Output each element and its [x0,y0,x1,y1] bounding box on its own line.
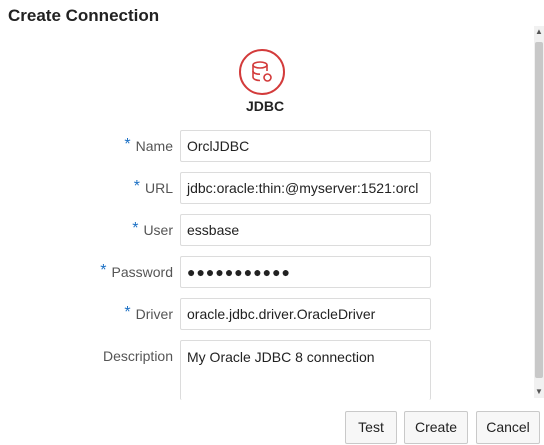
connection-type-label: JDBC [245,98,285,114]
required-marker: * [124,136,131,153]
required-marker: * [133,178,140,195]
create-button[interactable]: Create [404,411,468,444]
scroll-down-icon[interactable]: ▼ [534,386,544,398]
user-field[interactable]: essbase [180,214,431,246]
name-field[interactable]: OrclJDBC [180,130,431,162]
scrollbar-thumb[interactable] [535,42,543,378]
test-button[interactable]: Test [345,411,397,444]
cancel-button[interactable]: Cancel [476,411,540,444]
password-label: * Password [100,262,173,280]
user-row: * User essbase [0,214,534,246]
database-icon [239,49,285,95]
required-marker: * [124,304,131,321]
driver-row: * Driver oracle.jdbc.driver.OracleDriver [0,298,534,330]
name-row: * Name OrclJDBC [0,130,534,162]
driver-label: * Driver [124,304,173,322]
vertical-scrollbar[interactable]: ▲ ▼ [534,26,544,398]
scroll-up-icon[interactable]: ▲ [534,26,544,38]
user-label: * User [132,220,173,238]
password-row: * Password ●●●●●●●●●●● [0,256,534,288]
name-label: * Name [124,136,173,154]
description-row: Description My Oracle JDBC 8 connection [0,340,534,400]
password-field[interactable]: ●●●●●●●●●●● [180,256,431,288]
required-marker: * [132,220,139,237]
url-row: * URL jdbc:oracle:thin:@myserver:1521:orc… [0,172,534,204]
required-marker: * [100,262,107,279]
driver-field[interactable]: oracle.jdbc.driver.OracleDriver [180,298,431,330]
url-field[interactable]: jdbc:oracle:thin:@myserver:1521:orcl [180,172,431,204]
description-label: Description [102,348,173,364]
dialog-title: Create Connection [8,6,160,25]
description-field[interactable]: My Oracle JDBC 8 connection [180,340,431,400]
url-label: * URL [133,178,173,196]
